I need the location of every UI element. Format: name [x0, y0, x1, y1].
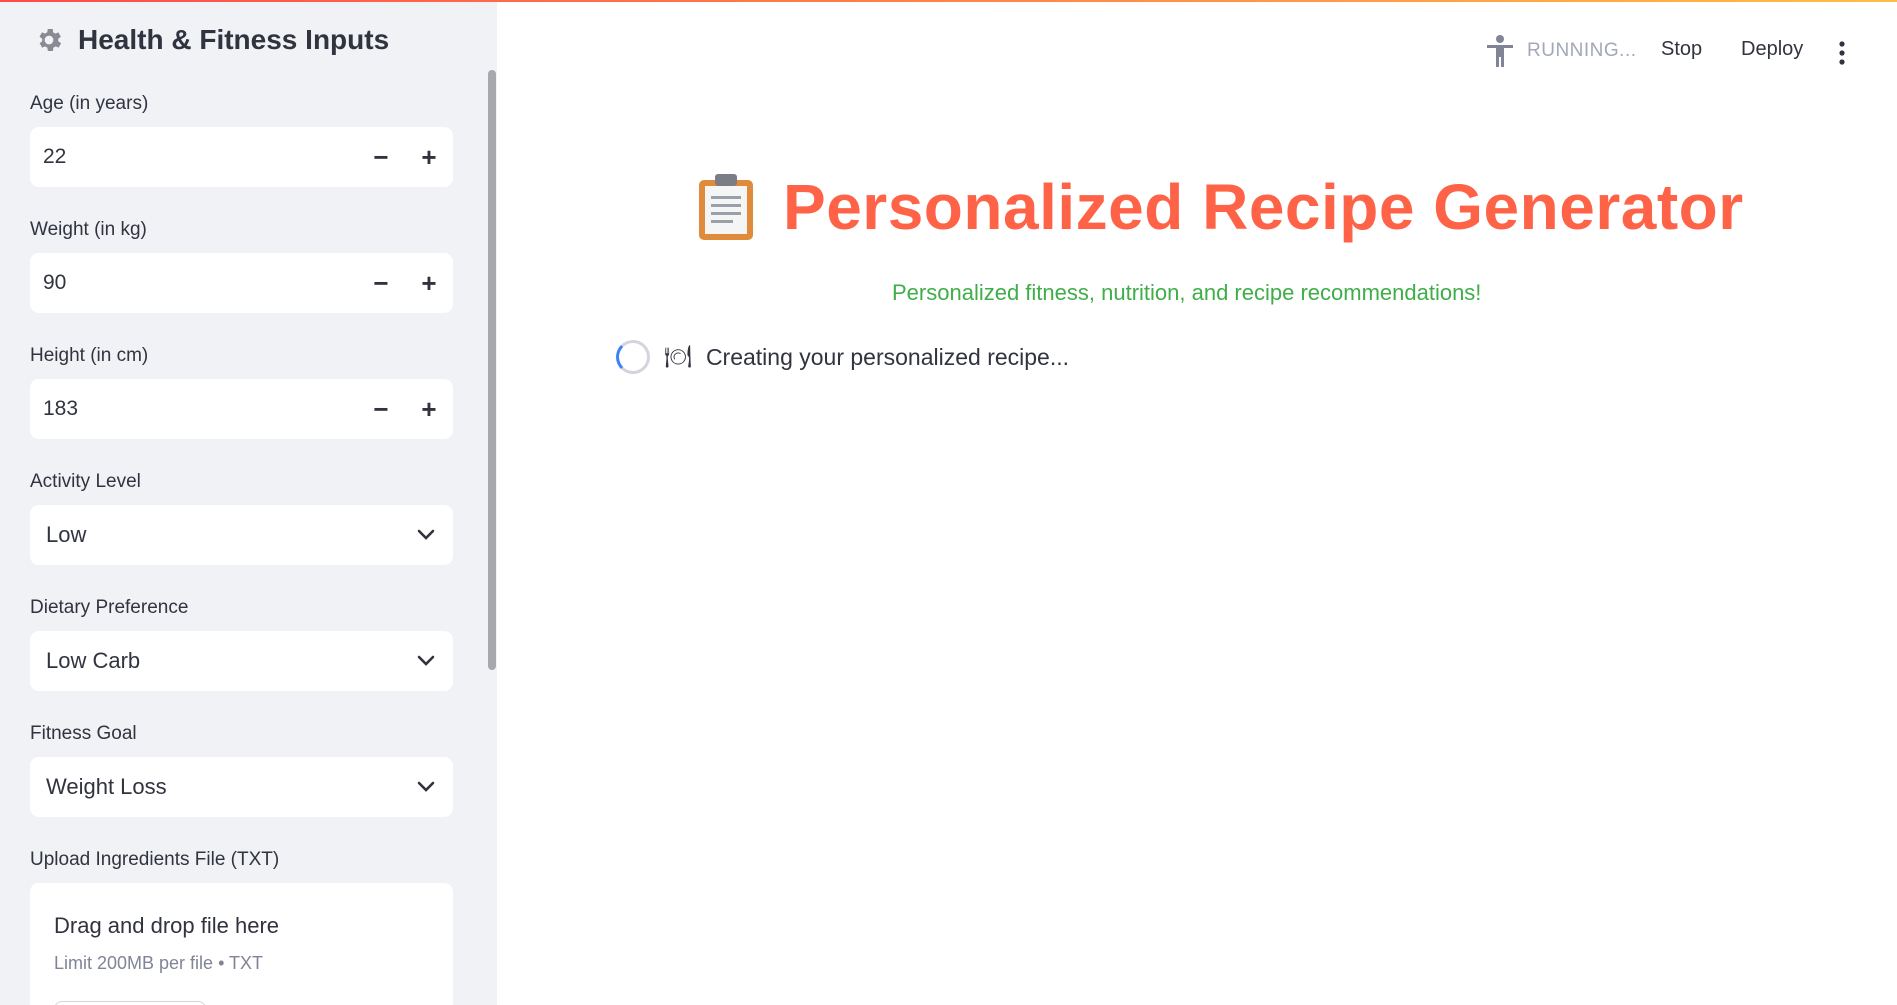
page-title: Personalized Recipe Generator [695, 170, 1744, 244]
sidebar-title: Health & Fitness Inputs [34, 24, 389, 56]
running-status: RUNNING... [1485, 34, 1637, 68]
page-title-text: Personalized Recipe Generator [783, 171, 1744, 243]
sidebar-title-text: Health & Fitness Inputs [78, 24, 390, 55]
top-decoration-bar [0, 0, 1897, 2]
running-status-text: RUNNING... [1527, 40, 1637, 61]
weight-label: Weight (in kg) [30, 219, 147, 240]
age-increment-button[interactable]: + [405, 127, 453, 187]
clipboard-icon [699, 174, 753, 240]
height-value[interactable]: 183 [30, 397, 357, 421]
plate-icon: 🍽 [664, 344, 692, 369]
weight-increment-button[interactable]: + [405, 253, 453, 313]
dietary-preference-select[interactable]: Low Carb [30, 631, 453, 691]
age-label: Age (in years) [30, 93, 149, 114]
chevron-down-icon [417, 529, 435, 540]
weight-input[interactable]: 90 − + [30, 253, 453, 313]
loading-text: Creating your personalized recipe... [705, 343, 1070, 370]
loading-indicator: 🍽 Creating your personalized recipe... [616, 340, 1069, 374]
activity-level-label: Activity Level [30, 471, 141, 492]
age-value[interactable]: 22 [30, 145, 357, 169]
fitness-goal-label: Fitness Goal [30, 723, 137, 744]
page-subtitle: Personalized fitness, nutrition, and rec… [892, 280, 1481, 306]
activity-level-select[interactable]: Low [30, 505, 453, 565]
dropzone-text: Drag and drop file here [54, 913, 280, 938]
age-input[interactable]: 22 − + [30, 127, 453, 187]
dietary-preference-label: Dietary Preference [30, 597, 189, 618]
file-dropzone[interactable]: Drag and drop file here Limit 200MB per … [30, 883, 453, 1005]
height-input[interactable]: 183 − + [30, 379, 453, 439]
height-decrement-button[interactable]: − [357, 379, 405, 439]
weight-value[interactable]: 90 [30, 271, 357, 295]
chevron-down-icon [417, 655, 435, 666]
height-label: Height (in cm) [30, 345, 149, 366]
sidebar: Health & Fitness Inputs Age (in years) 2… [0, 0, 497, 1005]
page-subtitle-text: Personalized fitness, nutrition, and rec… [892, 280, 1482, 305]
dropzone-limit-text: Limit 200MB per file • TXT [54, 953, 264, 973]
activity-level-value: Low [46, 522, 87, 547]
fitness-goal-value: Weight Loss [46, 774, 167, 799]
age-decrement-button[interactable]: − [357, 127, 405, 187]
running-person-icon [1487, 35, 1513, 67]
browse-files-button[interactable] [54, 1001, 206, 1005]
fitness-goal-select[interactable]: Weight Loss [30, 757, 453, 817]
gear-icon [39, 29, 62, 51]
spinner-icon [616, 340, 650, 374]
stop-button[interactable]: Stop [1661, 38, 1702, 61]
upload-label: Upload Ingredients File (TXT) [30, 849, 280, 870]
sidebar-scrollbar[interactable] [488, 70, 496, 670]
dietary-preference-value: Low Carb [46, 648, 141, 673]
more-options-icon[interactable] [1836, 40, 1848, 66]
chevron-down-icon [417, 781, 435, 792]
deploy-button[interactable]: Deploy [1741, 38, 1803, 61]
weight-decrement-button[interactable]: − [357, 253, 405, 313]
height-increment-button[interactable]: + [405, 379, 453, 439]
